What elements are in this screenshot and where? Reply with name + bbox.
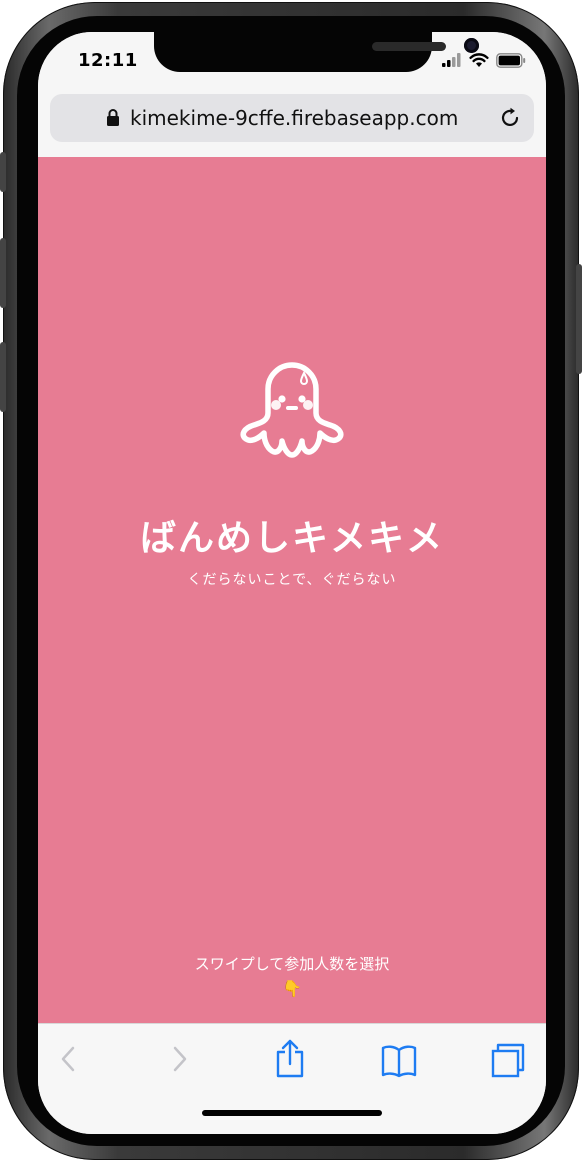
front-camera <box>464 38 479 53</box>
share-icon[interactable] <box>274 1038 306 1078</box>
wifi-icon <box>469 52 489 67</box>
tabs-icon[interactable] <box>490 1042 526 1078</box>
url-text[interactable]: kimekime-9cffe.firebaseapp.com <box>130 106 458 130</box>
page-content[interactable]: ばんめしキメキメ くだらないことで、ぐだらない スワイプして参加人数を選択 👇 <box>38 157 546 1023</box>
battery-icon <box>496 52 526 68</box>
power-button <box>576 264 582 374</box>
bookmarks-icon[interactable] <box>380 1044 418 1078</box>
app-tagline: くだらないことで、ぐだらない <box>187 572 397 588</box>
status-bar: 12:11 <box>38 32 546 92</box>
volume-down-button <box>0 342 6 412</box>
home-indicator[interactable] <box>202 1110 382 1116</box>
notch <box>154 32 479 72</box>
browser-toolbar <box>38 1023 546 1134</box>
status-time: 12:11 <box>78 50 138 71</box>
swipe-hint: スワイプして参加人数を選択 <box>194 955 390 973</box>
screen: 12:11 kimekime-9cffe.firebaseapp.com ばんめ… <box>38 32 546 1134</box>
ghost-icon <box>240 362 344 458</box>
pointing-down-emoji: 👇 <box>282 979 302 998</box>
address-bar[interactable]: kimekime-9cffe.firebaseapp.com <box>50 94 534 142</box>
cellular-signal-icon <box>442 53 461 67</box>
status-icons <box>442 52 526 68</box>
forward-icon[interactable] <box>168 1044 190 1074</box>
speaker-grille <box>372 42 446 51</box>
back-icon[interactable] <box>58 1044 80 1074</box>
app-title: ばんめしキメキメ <box>139 518 444 559</box>
lock-icon <box>107 109 119 126</box>
reload-icon[interactable] <box>498 106 522 130</box>
volume-up-button <box>0 238 6 308</box>
mute-switch <box>0 152 6 192</box>
